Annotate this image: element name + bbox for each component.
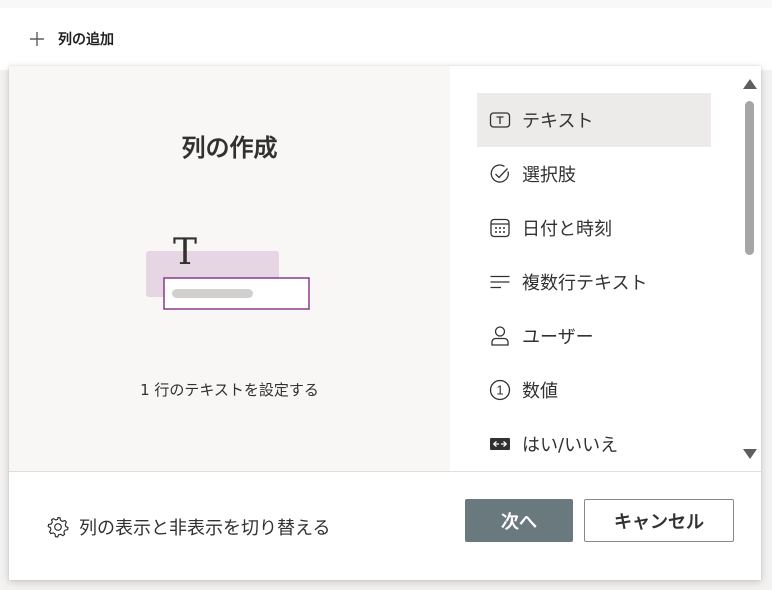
plus-icon <box>30 32 44 46</box>
cancel-button[interactable]: キャンセル <box>584 499 734 542</box>
panel-title: 列の作成 <box>181 134 278 162</box>
number-circle-icon: 1 <box>489 379 511 401</box>
footer-divider <box>9 471 761 472</box>
gear-icon <box>47 516 69 538</box>
person-icon <box>491 326 509 346</box>
calendar-icon <box>490 218 510 238</box>
scrollbar-thumb[interactable] <box>745 101 754 255</box>
type-item-label: テキスト <box>522 111 594 132</box>
type-item-label: 数値 <box>522 381 558 402</box>
create-column-panel: 列の作成 T 1 行のテキストを設定する テキスト 選択肢 日付と時刻 複数行テ… <box>9 66 761 580</box>
add-column-button[interactable]: 列の追加 <box>28 28 114 50</box>
check-circle-icon <box>490 164 509 183</box>
text-field-illustration: T <box>146 232 310 310</box>
type-description: 1 行のテキストを設定する <box>140 381 319 399</box>
type-item-label: 日付と時刻 <box>522 219 612 240</box>
type-item-label: 選択肢 <box>522 165 576 186</box>
type-list-scrollbar[interactable] <box>738 66 761 471</box>
type-item-person[interactable]: ユーザー <box>477 309 711 363</box>
type-item-label: はい/いいえ <box>522 435 619 456</box>
toggle-yes-no-icon <box>490 438 510 450</box>
multiline-text-icon <box>490 275 510 289</box>
type-item-yes-no[interactable]: はい/いいえ <box>477 417 711 471</box>
text-box-icon <box>489 112 511 128</box>
type-item-label: 複数行テキスト <box>522 273 648 294</box>
type-item-label: ユーザー <box>522 327 594 348</box>
preview-pane: 列の作成 T 1 行のテキストを設定する <box>9 66 450 471</box>
add-column-label: 列の追加 <box>58 32 114 48</box>
type-item-number[interactable]: 1 数値 <box>477 363 711 417</box>
toggle-columns-label: 列の表示と非表示を切り替える <box>79 518 331 539</box>
scroll-up-arrow-icon[interactable] <box>743 79 757 89</box>
illustration-glyph: T <box>173 232 197 273</box>
type-item-text[interactable]: テキスト <box>477 93 711 147</box>
number-glyph: 1 <box>496 383 503 398</box>
column-type-list: テキスト 選択肢 日付と時刻 複数行テキスト ユーザー 1 数値 はい/いいえ <box>450 66 738 471</box>
next-button[interactable]: 次へ <box>465 499 573 542</box>
toggle-columns-link[interactable]: 列の表示と非表示を切り替える <box>47 514 330 540</box>
type-item-choice[interactable]: 選択肢 <box>477 147 711 201</box>
type-item-datetime[interactable]: 日付と時刻 <box>477 201 711 255</box>
scroll-down-arrow-icon[interactable] <box>743 449 757 459</box>
top-strip <box>0 0 772 8</box>
type-item-multiline-text[interactable]: 複数行テキスト <box>477 255 711 309</box>
top-bar: 列の追加 <box>0 0 772 70</box>
